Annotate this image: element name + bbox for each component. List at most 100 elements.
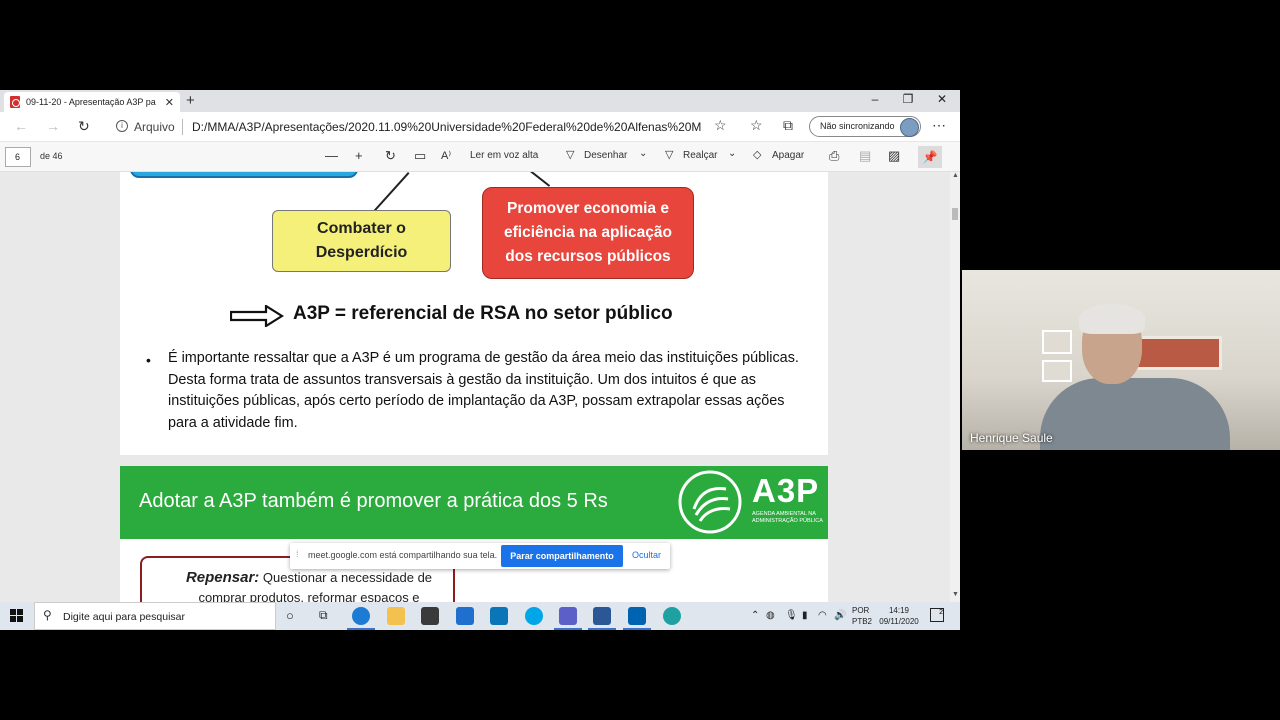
pdf-page: Combater o Desperdício Promover economia… <box>120 172 828 455</box>
info-icon[interactable]: i <box>116 120 128 132</box>
close-tab-icon[interactable]: ✕ <box>165 96 174 109</box>
cortana-icon[interactable]: ○ <box>286 608 294 623</box>
minimize-icon[interactable]: – <box>865 92 885 106</box>
participant-name: Henrique Saule <box>970 431 1053 445</box>
scroll-thumb[interactable] <box>952 208 958 220</box>
microphone-icon[interactable]: 🎙 <box>785 610 798 621</box>
keyboard-layout: PTB2 <box>852 617 873 626</box>
refresh-icon[interactable]: ↻ <box>78 118 90 135</box>
app-icon[interactable] <box>490 607 508 625</box>
share-message: meet.google.com está compartilhando sua … <box>308 550 498 560</box>
windows-taskbar: ⚲ Digite aqui para pesquisar ○ ⧉ ⌃ ◍ 🎙 ▮… <box>0 602 960 630</box>
scroll-down-icon[interactable]: ▼ <box>952 591 959 598</box>
rotate-icon[interactable]: ↻ <box>385 148 396 164</box>
scroll-up-icon[interactable]: ▲ <box>952 172 959 179</box>
windows-start-icon[interactable] <box>10 609 24 623</box>
tab-bar: 09-11-20 - Apresentação A3P pa ✕ + – ❐ ✕ <box>0 90 960 112</box>
right-arrow-icon <box>230 305 284 327</box>
restore-icon[interactable]: ❐ <box>898 92 918 106</box>
eraser-icon: ◇ <box>753 149 762 161</box>
clock-time: 14:19 <box>888 606 910 615</box>
bullet-paragraph: É importante ressaltar que a A3P é um pr… <box>168 350 799 431</box>
divider <box>182 119 183 135</box>
page-number-input[interactable]: 6 <box>5 147 31 167</box>
draw-chevron-icon[interactable]: ⌄ <box>639 148 647 159</box>
save-as-icon[interactable]: ▨ <box>888 148 900 164</box>
tab-pdf[interactable]: 09-11-20 - Apresentação A3P pa ✕ <box>4 92 180 112</box>
wifi-icon[interactable]: ◠ <box>818 610 827 621</box>
language-indicator[interactable]: POR PTB2 <box>852 605 872 627</box>
repensar-label: Repensar: <box>185 569 260 586</box>
highlight-icon: ▽ <box>665 149 674 161</box>
highlight-button[interactable]: Realçar <box>683 150 717 161</box>
pdf-page: Adotar a A3P também é promover a prática… <box>120 466 828 602</box>
volume-icon[interactable]: 🔊 <box>834 610 846 621</box>
battery-icon[interactable]: ▮ <box>802 610 808 621</box>
a3p-logo-icon <box>678 470 742 534</box>
screen-share-notice: ⁞ meet.google.com está compartilhando su… <box>290 543 670 569</box>
diagram-box-yellow: Combater o Desperdício <box>272 210 451 272</box>
highlight-chevron-icon[interactable]: ⌄ <box>728 148 736 159</box>
diagram-box-red: Promover economia e eficiência na aplica… <box>482 187 694 279</box>
draw-icon: ▽ <box>566 149 575 161</box>
new-tab-icon[interactable]: + <box>186 92 195 109</box>
back-icon[interactable]: ← <box>14 118 28 134</box>
url-field[interactable]: D:/MMA/A3P/Apresentações/2020.11.09%20Un… <box>192 120 702 134</box>
diagram-box-blue <box>130 172 358 178</box>
teams-icon[interactable] <box>554 607 582 630</box>
photos-icon[interactable] <box>623 607 651 630</box>
page-total: de 46 <box>40 151 63 161</box>
tab-title: 09-11-20 - Apresentação A3P pa <box>26 97 156 107</box>
address-bar: ← → ↻ i Arquivo D:/MMA/A3P/Apresentações… <box>0 112 960 142</box>
stop-sharing-button[interactable]: Parar compartilhamento <box>501 545 623 567</box>
read-aloud-button[interactable]: Ler em voz alta <box>470 150 538 161</box>
favorites-icon[interactable]: ☆ <box>750 117 763 134</box>
store-icon[interactable] <box>421 607 439 625</box>
favorite-star-icon[interactable]: ☆ <box>714 117 727 134</box>
drag-handle-icon[interactable]: ⁞ <box>296 549 299 559</box>
pdf-toolbar: 6 de 46 — + ↻ ▭ A⁾ Ler em voz alta ▽ Des… <box>0 142 960 172</box>
clock-date: 09/11/2020 <box>879 617 919 626</box>
network-icon[interactable]: ◍ <box>766 610 775 621</box>
connector-line <box>530 172 551 187</box>
slide-headline: A3P = referencial de RSA no setor públic… <box>293 303 673 324</box>
read-aloud-icon: A⁾ <box>441 150 452 162</box>
notification-icon[interactable]: 2 <box>930 608 944 622</box>
logo-subtitle: AGENDA AMBIENTAL NA ADMINISTRAÇÃO PÚBLIC… <box>752 511 823 524</box>
zoom-in-icon[interactable]: + <box>355 148 363 163</box>
hide-button[interactable]: Ocultar <box>632 550 661 560</box>
task-view-icon[interactable]: ⧉ <box>319 608 328 623</box>
more-menu-icon[interactable]: ⋯ <box>932 117 946 134</box>
webcam-tile: Henrique Saule <box>962 270 1280 450</box>
edge-dev-icon[interactable] <box>663 607 681 625</box>
taskbar-search-box[interactable]: ⚲ Digite aqui para pesquisar <box>34 602 276 630</box>
tray-chevron-icon[interactable]: ⌃ <box>751 610 759 621</box>
erase-button[interactable]: Apagar <box>772 150 804 161</box>
vertical-scrollbar[interactable]: ▲ ▼ <box>950 172 960 602</box>
screen: 09-11-20 - Apresentação A3P pa ✕ + – ❐ ✕… <box>0 0 1280 720</box>
file-explorer-icon[interactable] <box>387 607 405 625</box>
pdf-viewer[interactable]: Combater o Desperdício Promover economia… <box>0 172 960 602</box>
pin-toolbar-icon[interactable]: 📌 <box>918 146 942 168</box>
word-icon[interactable] <box>588 607 616 630</box>
slide-header-bar: Adotar a A3P também é promover a prática… <box>120 466 828 539</box>
draw-button[interactable]: Desenhar <box>584 150 627 161</box>
profile-avatar[interactable] <box>900 118 919 137</box>
participant-hair <box>1079 304 1145 334</box>
wall-painting <box>1132 336 1222 370</box>
save-icon[interactable]: ▤ <box>859 148 871 164</box>
clock[interactable]: 14:19 09/11/2020 <box>878 605 920 627</box>
forward-icon[interactable]: → <box>46 118 60 134</box>
fit-page-icon[interactable]: ▭ <box>414 148 426 164</box>
skype-icon[interactable] <box>525 607 543 625</box>
collections-icon[interactable]: ⧉ <box>783 117 793 134</box>
print-icon[interactable]: ⎙ <box>829 148 839 164</box>
mail-icon[interactable] <box>456 607 474 625</box>
edge-app-icon[interactable] <box>347 607 375 630</box>
close-window-icon[interactable]: ✕ <box>932 92 952 106</box>
wall-frame <box>1042 360 1072 382</box>
zoom-out-icon[interactable]: — <box>325 148 338 163</box>
pdf-icon <box>10 96 20 108</box>
logo-text: A3P <box>752 472 820 509</box>
lang-code: POR <box>852 606 870 615</box>
